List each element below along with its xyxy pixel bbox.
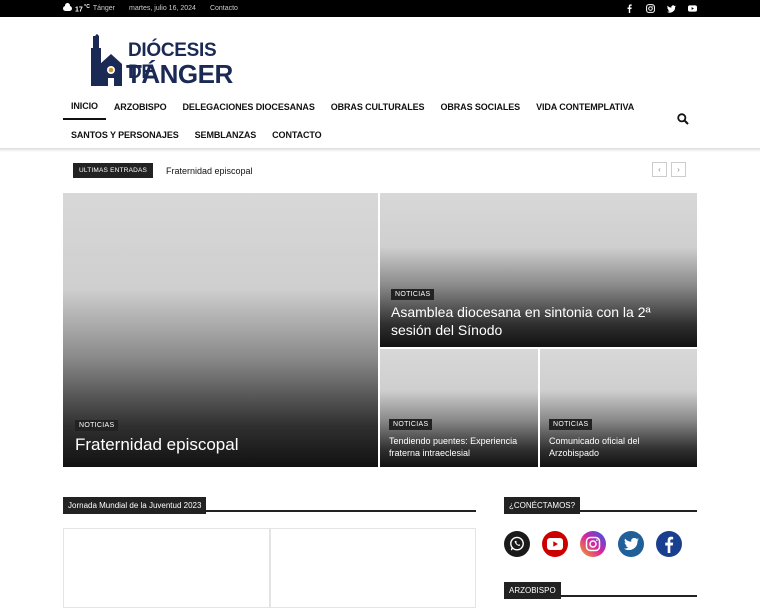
nav-item-obras-sociales[interactable]: OBRAS SOCIALES: [432, 94, 528, 120]
ticker-next-button[interactable]: ›: [671, 162, 686, 177]
youtube-icon[interactable]: [542, 531, 568, 557]
nav-item-delegaciones[interactable]: DELEGACIONES DIOCESANAS: [175, 94, 323, 120]
twitter-icon[interactable]: [618, 531, 644, 557]
whatsapp-icon[interactable]: [504, 531, 530, 557]
category-badge[interactable]: NOTICIAS: [389, 419, 433, 430]
section-header-jmj: Jornada Mundial de la Juventud 2023: [63, 495, 476, 514]
current-date: martes, julio 16, 2024: [129, 5, 196, 12]
nav-item-santos[interactable]: SANTOS Y PERSONAJES: [63, 122, 187, 148]
category-badge[interactable]: NOTICIAS: [391, 289, 435, 300]
chevron-right-icon: ›: [677, 165, 680, 174]
cathedral-logo-icon: [91, 34, 122, 86]
city-name: Tánger: [92, 4, 115, 12]
section-header-connect: ¿CONÉCTAMOS?: [504, 495, 697, 514]
site-logo[interactable]: DIÓCESIS DE TÁNGER: [88, 34, 240, 89]
section-title[interactable]: Jornada Mundial de la Juventud 2023: [63, 497, 207, 514]
nav-item-contacto[interactable]: CONTACTO: [264, 122, 329, 148]
nav-item-obras-culturales[interactable]: OBRAS CULTURALES: [323, 94, 433, 120]
cloud-icon: [63, 2, 72, 11]
post-card[interactable]: [63, 528, 270, 608]
section-header-arzobispo: ARZOBISPO: [504, 580, 697, 599]
nav-item-inicio[interactable]: INICIO: [63, 94, 106, 120]
post-title[interactable]: Comunicado oficial del Arzobispado: [549, 435, 669, 459]
post-title[interactable]: Fraternidad episcopal: [75, 435, 238, 455]
category-badge[interactable]: NOTICIAS: [75, 420, 119, 431]
instagram-icon[interactable]: [646, 4, 655, 13]
ticker-headline[interactable]: Fraternidad episcopal: [166, 163, 253, 178]
twitter-icon[interactable]: [667, 4, 676, 13]
ticker-prev-button[interactable]: ‹: [652, 162, 667, 177]
category-badge[interactable]: NOTICIAS: [549, 419, 593, 430]
header-divider: [0, 148, 760, 152]
featured-post-4[interactable]: NOTICIAS Comunicado oficial del Arzobisp…: [540, 349, 697, 467]
featured-post-3[interactable]: NOTICIAS Tendiendo puentes: Experiencia …: [380, 349, 538, 467]
search-icon[interactable]: [677, 113, 689, 125]
facebook-icon[interactable]: [656, 531, 682, 557]
post-title[interactable]: Tendiendo puentes: Experiencia fraterna …: [389, 435, 534, 459]
instagram-icon[interactable]: [580, 531, 606, 557]
section-title: ¿CONÉCTAMOS?: [504, 497, 581, 514]
weather-widget: 17 °C Tánger: [63, 2, 115, 14]
chevron-left-icon: ‹: [658, 165, 661, 174]
youtube-icon[interactable]: [688, 4, 697, 13]
top-bar: 17 °C Tánger martes, julio 16, 2024 Cont…: [0, 0, 760, 17]
post-card[interactable]: [270, 528, 476, 608]
facebook-icon[interactable]: [625, 4, 634, 13]
ticker-label: ULTIMAS ENTRADAS: [73, 163, 154, 178]
featured-post-2[interactable]: NOTICIAS Asamblea diocesana en sintonia …: [380, 193, 697, 347]
temperature: 17 °C: [75, 3, 90, 14]
featured-post-main[interactable]: NOTICIAS Fraternidad episcopal: [63, 193, 378, 467]
top-contact-link[interactable]: Contacto: [210, 5, 238, 12]
nav-item-arzobispo[interactable]: ARZOBISPO: [106, 94, 175, 120]
section-title: ARZOBISPO: [504, 582, 561, 599]
nav-item-vida-contemplativa[interactable]: VIDA CONTEMPLATIVA: [528, 94, 642, 120]
main-navigation: INICIO ARZOBISPO DELEGACIONES DIOCESANAS…: [63, 94, 697, 148]
post-title[interactable]: Asamblea diocesana en sintonia con la 2ª…: [391, 303, 661, 339]
logo-line-2: TÁNGER: [126, 59, 233, 89]
nav-item-semblanzas[interactable]: SEMBLANZAS: [187, 122, 265, 148]
